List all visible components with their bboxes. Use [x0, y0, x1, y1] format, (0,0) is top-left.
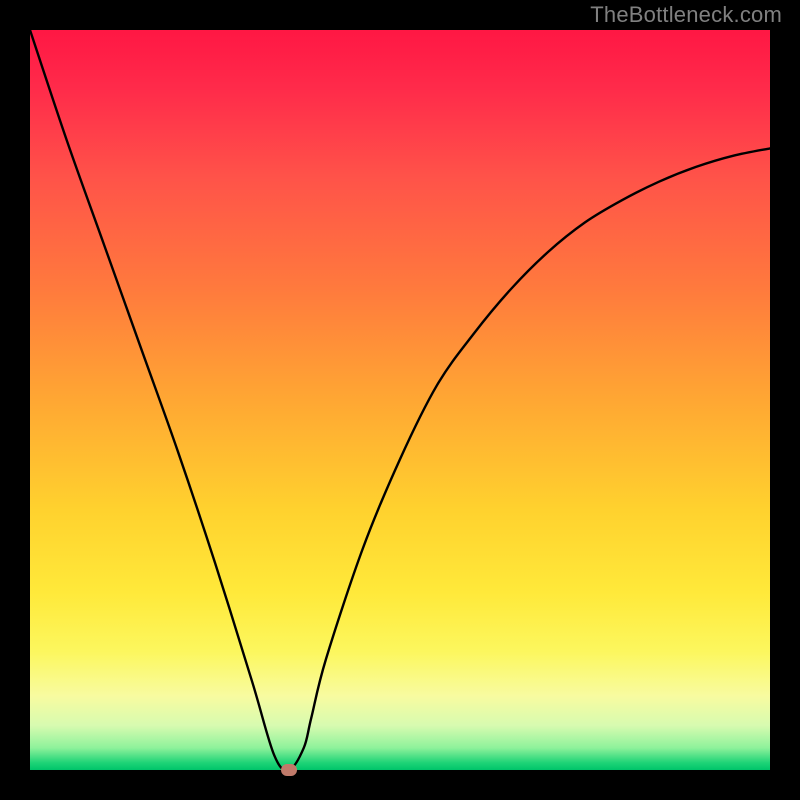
plot-area	[30, 30, 770, 770]
attribution-text: TheBottleneck.com	[590, 2, 782, 28]
bottleneck-curve	[30, 30, 770, 770]
optimal-point-marker	[281, 764, 297, 776]
chart-frame: TheBottleneck.com	[0, 0, 800, 800]
